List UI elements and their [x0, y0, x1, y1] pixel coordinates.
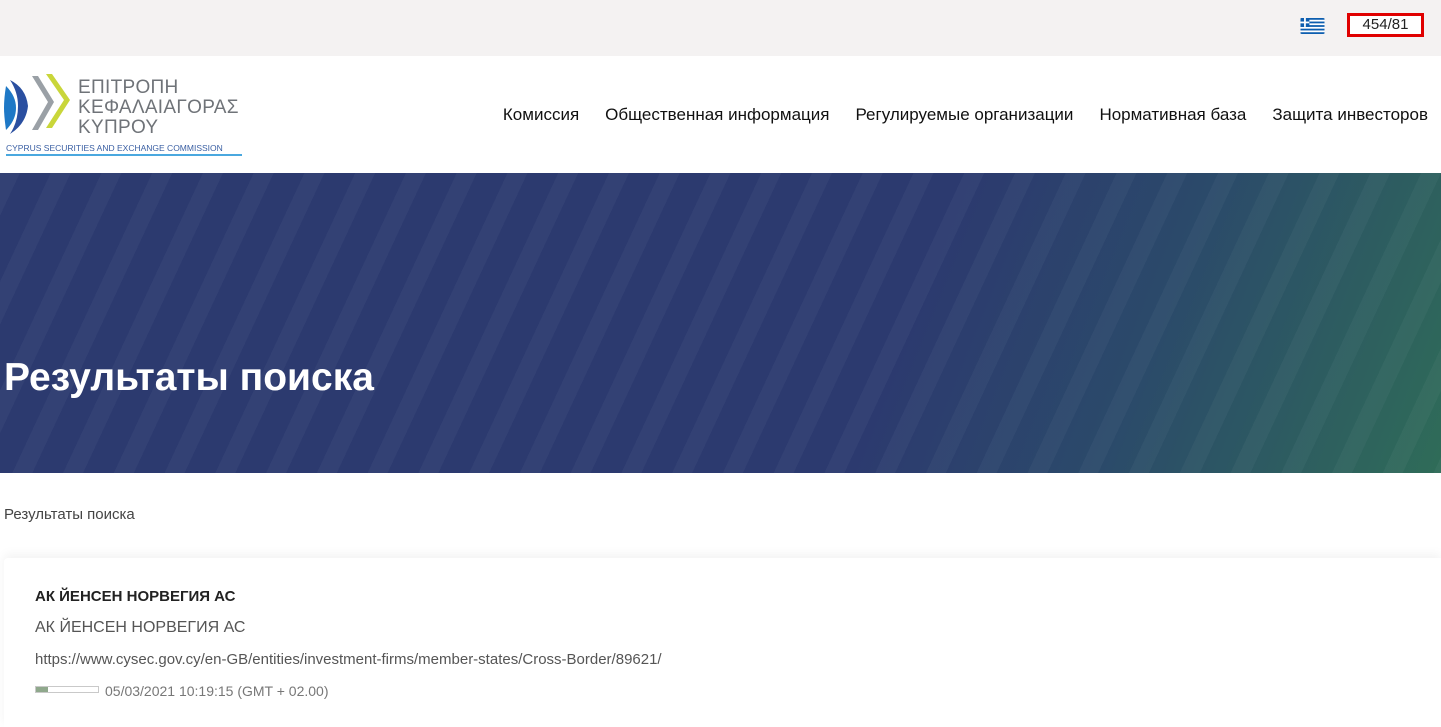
- breadcrumb: Результаты поиска: [4, 506, 135, 523]
- result-description: АК ЙЕНСЕН НОРВЕГИЯ АС: [35, 619, 246, 636]
- nav-item-investor-protection[interactable]: Защита инвесторов: [1272, 105, 1428, 125]
- site-header: ΕΠΙΤΡΟΠΗ ΚΕΦΑΛΑΙΑΓΟΡΑΣ ΚΥΠΡΟΥ CYPRUS SEC…: [0, 56, 1441, 173]
- nav-item-public-information[interactable]: Общественная информация: [605, 105, 829, 125]
- cysec-logo[interactable]: ΕΠΙΤΡΟΠΗ ΚΕΦΑΛΑΙΑΓΟΡΑΣ ΚΥΠΡΟΥ CYPRUS SEC…: [4, 72, 244, 158]
- greece-flag-icon[interactable]: [1300, 18, 1325, 34]
- hero-banner: Результаты поиска: [0, 173, 1441, 473]
- logo-wordmark: ΕΠΙΤΡΟΠΗ ΚΕΦΑΛΑΙΑΓΟΡΑΣ ΚΥΠΡΟΥ: [78, 78, 248, 138]
- page-title: Результаты поиска: [4, 356, 374, 399]
- relevance-bar-fill: [36, 687, 49, 692]
- logo-line-3: ΚΥΠΡΟΥ: [78, 117, 159, 138]
- logo-subtitle: CYPRUS SECURITIES AND EXCHANGE COMMISSIO…: [6, 143, 242, 156]
- nav-item-regulated-entities[interactable]: Регулируемые организации: [855, 105, 1073, 125]
- logo-line-1: ΕΠΙΤΡΟΠΗ: [78, 77, 179, 98]
- relevance-bar: [35, 686, 99, 693]
- result-date: 05/03/2021 10:19:15 (GMT + 02.00): [105, 683, 329, 699]
- main-nav: Комиссия Общественная информация Регулир…: [503, 105, 1428, 125]
- result-title-link[interactable]: АК ЙЕНСЕН НОРВЕГИЯ АС: [35, 588, 235, 605]
- logo-line-2: ΚΕΦΑΛΑΙΑΓΟΡΑΣ: [78, 97, 239, 118]
- counter-badge: 454/81: [1347, 13, 1424, 37]
- top-bar: 454/81: [0, 0, 1441, 56]
- logo-chevrons-icon: [4, 74, 70, 134]
- result-url-link[interactable]: https://www.cysec.gov.cy/en-GB/entities/…: [35, 651, 662, 668]
- nav-item-commission[interactable]: Комиссия: [503, 105, 579, 125]
- nav-item-legal-framework[interactable]: Нормативная база: [1099, 105, 1246, 125]
- search-result-card: АК ЙЕНСЕН НОРВЕГИЯ АС АК ЙЕНСЕН НОРВЕГИЯ…: [4, 558, 1441, 727]
